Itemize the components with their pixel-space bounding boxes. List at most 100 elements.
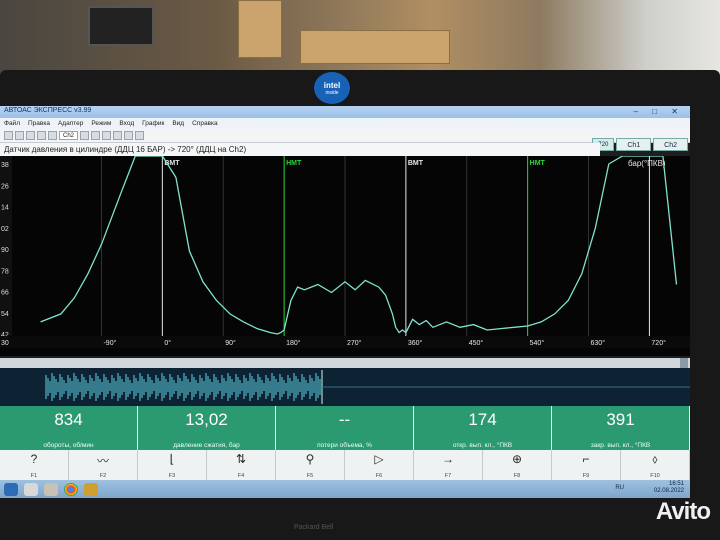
fkey-button-f2[interactable]: 〰 F2 [69, 450, 138, 480]
toolbar-stop-icon[interactable] [37, 131, 46, 140]
signal-overview[interactable] [0, 368, 690, 406]
readout-value: -- [338, 410, 351, 429]
y-tick-label: 26 [1, 183, 9, 190]
toolbar-chart-icon[interactable] [113, 131, 123, 140]
readout-label: потери объема, % [317, 442, 372, 449]
readout-value: 13,02 [185, 410, 228, 429]
explorer-icon[interactable] [24, 482, 38, 496]
overview-signal [45, 373, 321, 401]
menu-item[interactable]: Режим [91, 118, 111, 129]
window-title: АВТОАС ЭКСПРЕСС v3.99 [4, 107, 92, 114]
fkey-icon: ⬨ [652, 452, 658, 466]
y-tick-label: 66 [1, 290, 9, 297]
fkey-button-f8[interactable]: ⊕ F8 [483, 450, 552, 480]
toolbar-open-icon[interactable] [4, 131, 13, 140]
toolbar-grid-icon[interactable] [91, 131, 101, 140]
menu-item[interactable]: Адаптер [58, 118, 83, 129]
menu-item[interactable]: Файл [4, 118, 20, 129]
intel-logo: intel inside [314, 72, 350, 104]
x-tick-label: 270° [347, 339, 362, 347]
ch2-button[interactable]: Ch2 [653, 138, 688, 151]
x-tick-label: 630° [591, 339, 606, 347]
fkey-button-f5[interactable]: ⚲ F5 [276, 450, 345, 480]
readout-cell: -- потери объема, % [276, 406, 414, 450]
menu-item[interactable]: Правка [28, 118, 50, 129]
fkey-label: F3 [168, 473, 176, 479]
x-tick-label: 540° [530, 339, 545, 347]
channel-buttons: 720 Ch1 Ch2 [592, 138, 688, 151]
language-indicator[interactable]: RU [615, 485, 624, 492]
x-tick-label: 0° [164, 339, 171, 347]
folder-icon[interactable] [44, 482, 58, 496]
pressure-trace [40, 156, 678, 335]
readout-label: откр. вып. кл., °ПКВ [452, 442, 513, 449]
fkey-label: F1 [30, 473, 38, 479]
menu-item[interactable]: Вид [172, 118, 184, 129]
fkey-label: F2 [99, 473, 107, 479]
fkey-icon: ⌊ [169, 452, 175, 466]
toolbox [88, 6, 154, 46]
toolbar-save-icon[interactable] [15, 131, 24, 140]
channel-select[interactable]: Ch2 [59, 131, 79, 140]
y-tick-label: 14 [1, 205, 9, 212]
fkey-button-f6[interactable]: ▷ F6 [345, 450, 414, 480]
taskbar: RU 16:51 02.08.2022 [0, 480, 690, 498]
scroll-thumb[interactable] [680, 358, 688, 368]
function-keys: ? F1 〰 F2 ⌊ F3 ⇅ F4 ⚲ F5 ▷ F6 → F7 ⊕ F8 ⌐ F9 ⬨ F10 [0, 450, 690, 480]
readout-value: 174 [468, 410, 497, 429]
toolbar-print-icon[interactable] [102, 131, 112, 140]
chrome-icon[interactable] [64, 482, 78, 496]
ch1-button[interactable]: Ch1 [616, 138, 652, 151]
readout-label: обороты, об/мин [43, 442, 94, 449]
fkey-icon: ⌐ [582, 452, 590, 466]
fkey-button-f1[interactable]: ? F1 [0, 450, 69, 480]
window-titlebar: АВТОАС ЭКСПРЕСС v3.99 – □ ✕ [0, 106, 690, 118]
marker-label: ВМТ [408, 160, 424, 167]
signal-overview-chart [45, 370, 690, 404]
laptop-brand: Packard Bell [294, 524, 334, 531]
menu-item[interactable]: График [142, 118, 164, 129]
fkey-button-f10[interactable]: ⬨ F10 [621, 450, 690, 480]
readout-value: 834 [54, 410, 83, 429]
x-tick-label: 90° [225, 339, 236, 347]
y-tick-label: 78 [1, 268, 9, 275]
x-tick-label: 30 [1, 340, 9, 347]
fkey-icon: ▷ [374, 452, 384, 466]
time-scroll-strip[interactable] [0, 358, 690, 368]
fkey-button-f3[interactable]: ⌊ F3 [138, 450, 207, 480]
readout-cell: 834 обороты, об/мин [0, 406, 138, 450]
fkey-button-f4[interactable]: ⇅ F4 [207, 450, 276, 480]
readouts-panel: 834 обороты, об/мин 13,02 давление сжатия, … [0, 406, 690, 450]
toolbar: Ch2 [0, 129, 690, 143]
toolbar-prev-icon[interactable] [48, 131, 57, 140]
toolbar-zoom-icon[interactable] [80, 131, 90, 140]
x-tick-label: 180° [286, 339, 301, 347]
readout-cell: 13,02 давление сжатия, бар [138, 406, 276, 450]
fkey-button-f9[interactable]: ⌐ F9 [552, 450, 621, 480]
fkey-label: F10 [650, 473, 660, 479]
fkey-label: F7 [444, 473, 452, 479]
window-controls[interactable]: – □ ✕ [634, 107, 684, 116]
autoas-icon[interactable] [84, 482, 98, 496]
fkey-icon: ⊕ [511, 452, 523, 466]
toolbar-record-icon[interactable] [26, 131, 35, 140]
marker-label: НМТ [286, 160, 302, 167]
menu-bar: Файл Правка Адаптер Режим Вход График Вид Справ… [0, 118, 690, 129]
fkey-icon: ⚲ [305, 452, 315, 466]
start-icon[interactable] [4, 482, 18, 496]
fkey-label: F9 [582, 473, 590, 479]
toolbar-copy-icon[interactable] [124, 131, 134, 140]
toolbar-help-icon[interactable] [135, 131, 145, 140]
pressure-plot[interactable]: 38 26 14 02 90 78 66 54 42 ВМТ НМТ ВМТ НМТ бар(°ПКВ) 3… [0, 156, 690, 356]
fkey-icon: 〰 [96, 454, 109, 468]
x-tick-label: -90° [103, 339, 116, 347]
fkey-label: F5 [306, 473, 314, 479]
menu-item[interactable]: Справка [192, 118, 218, 129]
unit-label: бар(°ПКВ) [628, 159, 666, 168]
x-tick-label: 450° [469, 339, 484, 347]
fkey-button-f7[interactable]: → F7 [414, 450, 483, 480]
fkey-label: F4 [237, 473, 245, 479]
y-tick-label: 90 [1, 247, 9, 254]
menu-item[interactable]: Вход [119, 118, 134, 129]
system-tray: RU 16:51 02.08.2022 [615, 481, 684, 495]
